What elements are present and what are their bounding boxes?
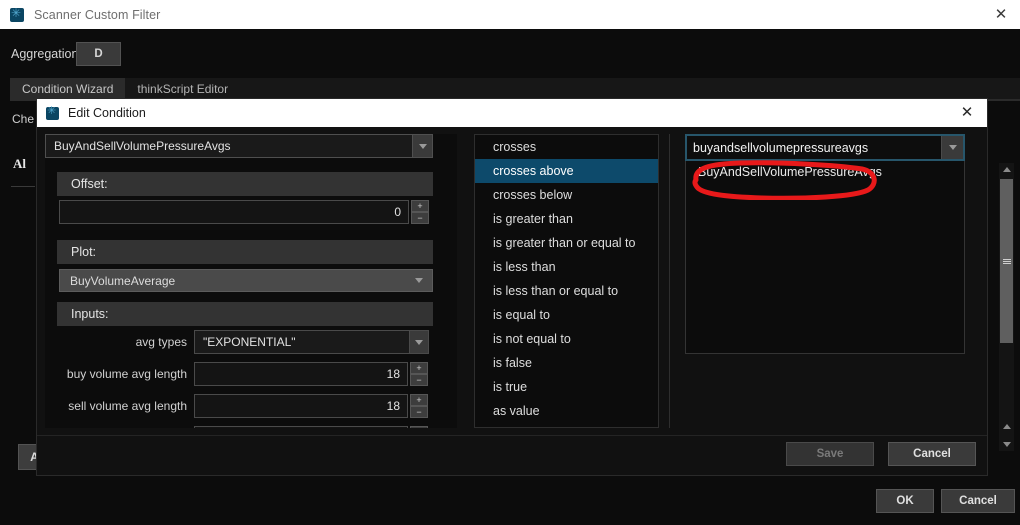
dialog-body: BuyAndSellVolumePressureAvgs Offset: 0 +… xyxy=(37,127,1014,475)
input-row-avg-types: avg types "EXPONENTIAL" xyxy=(59,330,429,354)
scroll-mid-icon[interactable] xyxy=(999,421,1014,431)
window-close-icon[interactable]: ✕ xyxy=(991,6,1011,24)
operator-item[interactable]: crosses below xyxy=(475,183,658,207)
operator-item[interactable]: is true xyxy=(475,375,658,399)
suggestion-list[interactable]: BuyAndSellVolumePressureAvgs xyxy=(685,161,965,354)
offset-section-header: Offset: xyxy=(57,172,433,196)
dialog-app-icon xyxy=(46,104,59,120)
plot-select-value: BuyVolumeAverage xyxy=(70,273,176,288)
input-row-partial: + − xyxy=(59,426,428,428)
app-icon xyxy=(10,5,24,22)
increment-button[interactable]: + xyxy=(410,394,428,406)
dialog-title: Edit Condition xyxy=(68,106,146,120)
aggregation-label: Aggregation: xyxy=(11,47,82,61)
avg-types-select[interactable]: "EXPONENTIAL" xyxy=(194,330,429,354)
dialog-titlebar: Edit Condition xyxy=(37,99,987,127)
tab-thinkscript-editor[interactable]: thinkScript Editor xyxy=(125,78,241,100)
tab-strip-filler xyxy=(232,78,1020,100)
aggregation-button[interactable]: D xyxy=(76,42,121,66)
scroll-up-icon[interactable] xyxy=(999,163,1014,176)
scroll-down-icon[interactable] xyxy=(999,438,1014,451)
dialog-footer-divider xyxy=(37,435,987,436)
operator-item[interactable]: is greater than xyxy=(475,207,658,231)
tab-strip: Condition Wizard thinkScript Editor xyxy=(10,78,241,100)
study-select-value: BuyAndSellVolumePressureAvgs xyxy=(54,139,231,153)
sell-volume-stepper[interactable]: + − xyxy=(410,394,428,418)
buy-volume-avg-length-input[interactable]: 18 xyxy=(194,362,408,386)
chevron-down-icon xyxy=(415,278,423,283)
ok-button[interactable]: OK xyxy=(876,489,934,513)
operator-item[interactable]: is greater than or equal to xyxy=(475,231,658,255)
chevron-down-icon[interactable] xyxy=(941,136,963,159)
dialog-scrollbar[interactable] xyxy=(999,163,1014,451)
operator-item[interactable]: crosses xyxy=(475,135,658,159)
window-title: Scanner Custom Filter xyxy=(34,7,161,22)
check-label-partial: Che xyxy=(12,112,35,126)
operator-item[interactable]: is false xyxy=(475,351,658,375)
save-button[interactable]: Save xyxy=(786,442,874,466)
chevron-down-icon[interactable] xyxy=(412,135,432,157)
app-root: Scanner Custom Filter ✕ Aggregation: D C… xyxy=(0,0,1020,525)
panel-divider xyxy=(669,134,670,428)
operator-item-selected[interactable]: crosses above xyxy=(475,159,658,183)
partial-stepper[interactable]: + − xyxy=(410,426,428,428)
offset-row: 0 + − xyxy=(59,200,429,224)
dialog-cancel-button[interactable]: Cancel xyxy=(888,442,976,466)
input-label: buy volume avg length xyxy=(66,367,187,381)
buy-volume-stepper[interactable]: + − xyxy=(410,362,428,386)
operator-item[interactable]: as value xyxy=(475,399,658,423)
divider xyxy=(11,186,35,187)
edit-condition-dialog: Edit Condition ✕ BuyAndSellVolumePressur… xyxy=(36,98,1014,476)
inputs-header-label: Inputs: xyxy=(71,307,109,321)
plot-select[interactable]: BuyVolumeAverage xyxy=(59,269,433,292)
tab-condition-wizard[interactable]: Condition Wizard xyxy=(10,78,126,100)
inputs-section-header: Inputs: xyxy=(57,302,433,326)
plot-header-label: Plot: xyxy=(71,245,97,259)
plot-section-header: Plot: xyxy=(57,240,433,264)
operator-item[interactable]: is equal to xyxy=(475,303,658,327)
input-row-buy-volume-avg-length: buy volume avg length 18 + − xyxy=(59,362,428,386)
input-label: sell volume avg length xyxy=(68,399,187,413)
study-select[interactable]: BuyAndSellVolumePressureAvgs xyxy=(45,134,433,158)
offset-increment-button[interactable]: + xyxy=(411,200,429,212)
decrement-button[interactable]: − xyxy=(410,374,428,386)
offset-header-label: Offset: xyxy=(71,177,108,191)
offset-stepper[interactable]: + − xyxy=(411,200,429,224)
value-search-panel: BuyAndSellVolumePressureAvgs xyxy=(685,134,965,428)
partial-input[interactable] xyxy=(194,426,408,428)
offset-input[interactable]: 0 xyxy=(59,200,409,224)
increment-button[interactable]: + xyxy=(410,426,428,428)
dialog-close-icon[interactable]: ✕ xyxy=(957,103,977,123)
aggregation-bar xyxy=(0,29,1020,78)
suggestion-item[interactable]: BuyAndSellVolumePressureAvgs xyxy=(686,161,964,183)
all-label-partial: Al xyxy=(13,156,26,171)
search-box[interactable] xyxy=(685,134,965,161)
chevron-down-icon[interactable] xyxy=(409,331,428,353)
input-row-sell-volume-avg-length: sell volume avg length 18 + − xyxy=(59,394,428,418)
search-input[interactable] xyxy=(687,137,941,158)
window-titlebar: Scanner Custom Filter xyxy=(0,0,1020,29)
operator-item[interactable]: is not equal to xyxy=(475,327,658,351)
decrement-button[interactable]: − xyxy=(410,406,428,418)
scrollbar-thumb[interactable] xyxy=(1000,179,1013,343)
operator-item[interactable]: is less than or equal to xyxy=(475,279,658,303)
cancel-button[interactable]: Cancel xyxy=(941,489,1015,513)
sell-volume-avg-length-input[interactable]: 18 xyxy=(194,394,408,418)
input-label: avg types xyxy=(135,335,187,349)
study-form-panel: BuyAndSellVolumePressureAvgs Offset: 0 +… xyxy=(45,134,457,428)
operator-item[interactable]: is less than xyxy=(475,255,658,279)
avg-types-value: "EXPONENTIAL" xyxy=(203,335,296,349)
operator-list[interactable]: crosses crosses above crosses below is g… xyxy=(474,134,659,428)
offset-decrement-button[interactable]: − xyxy=(411,212,429,224)
increment-button[interactable]: + xyxy=(410,362,428,374)
